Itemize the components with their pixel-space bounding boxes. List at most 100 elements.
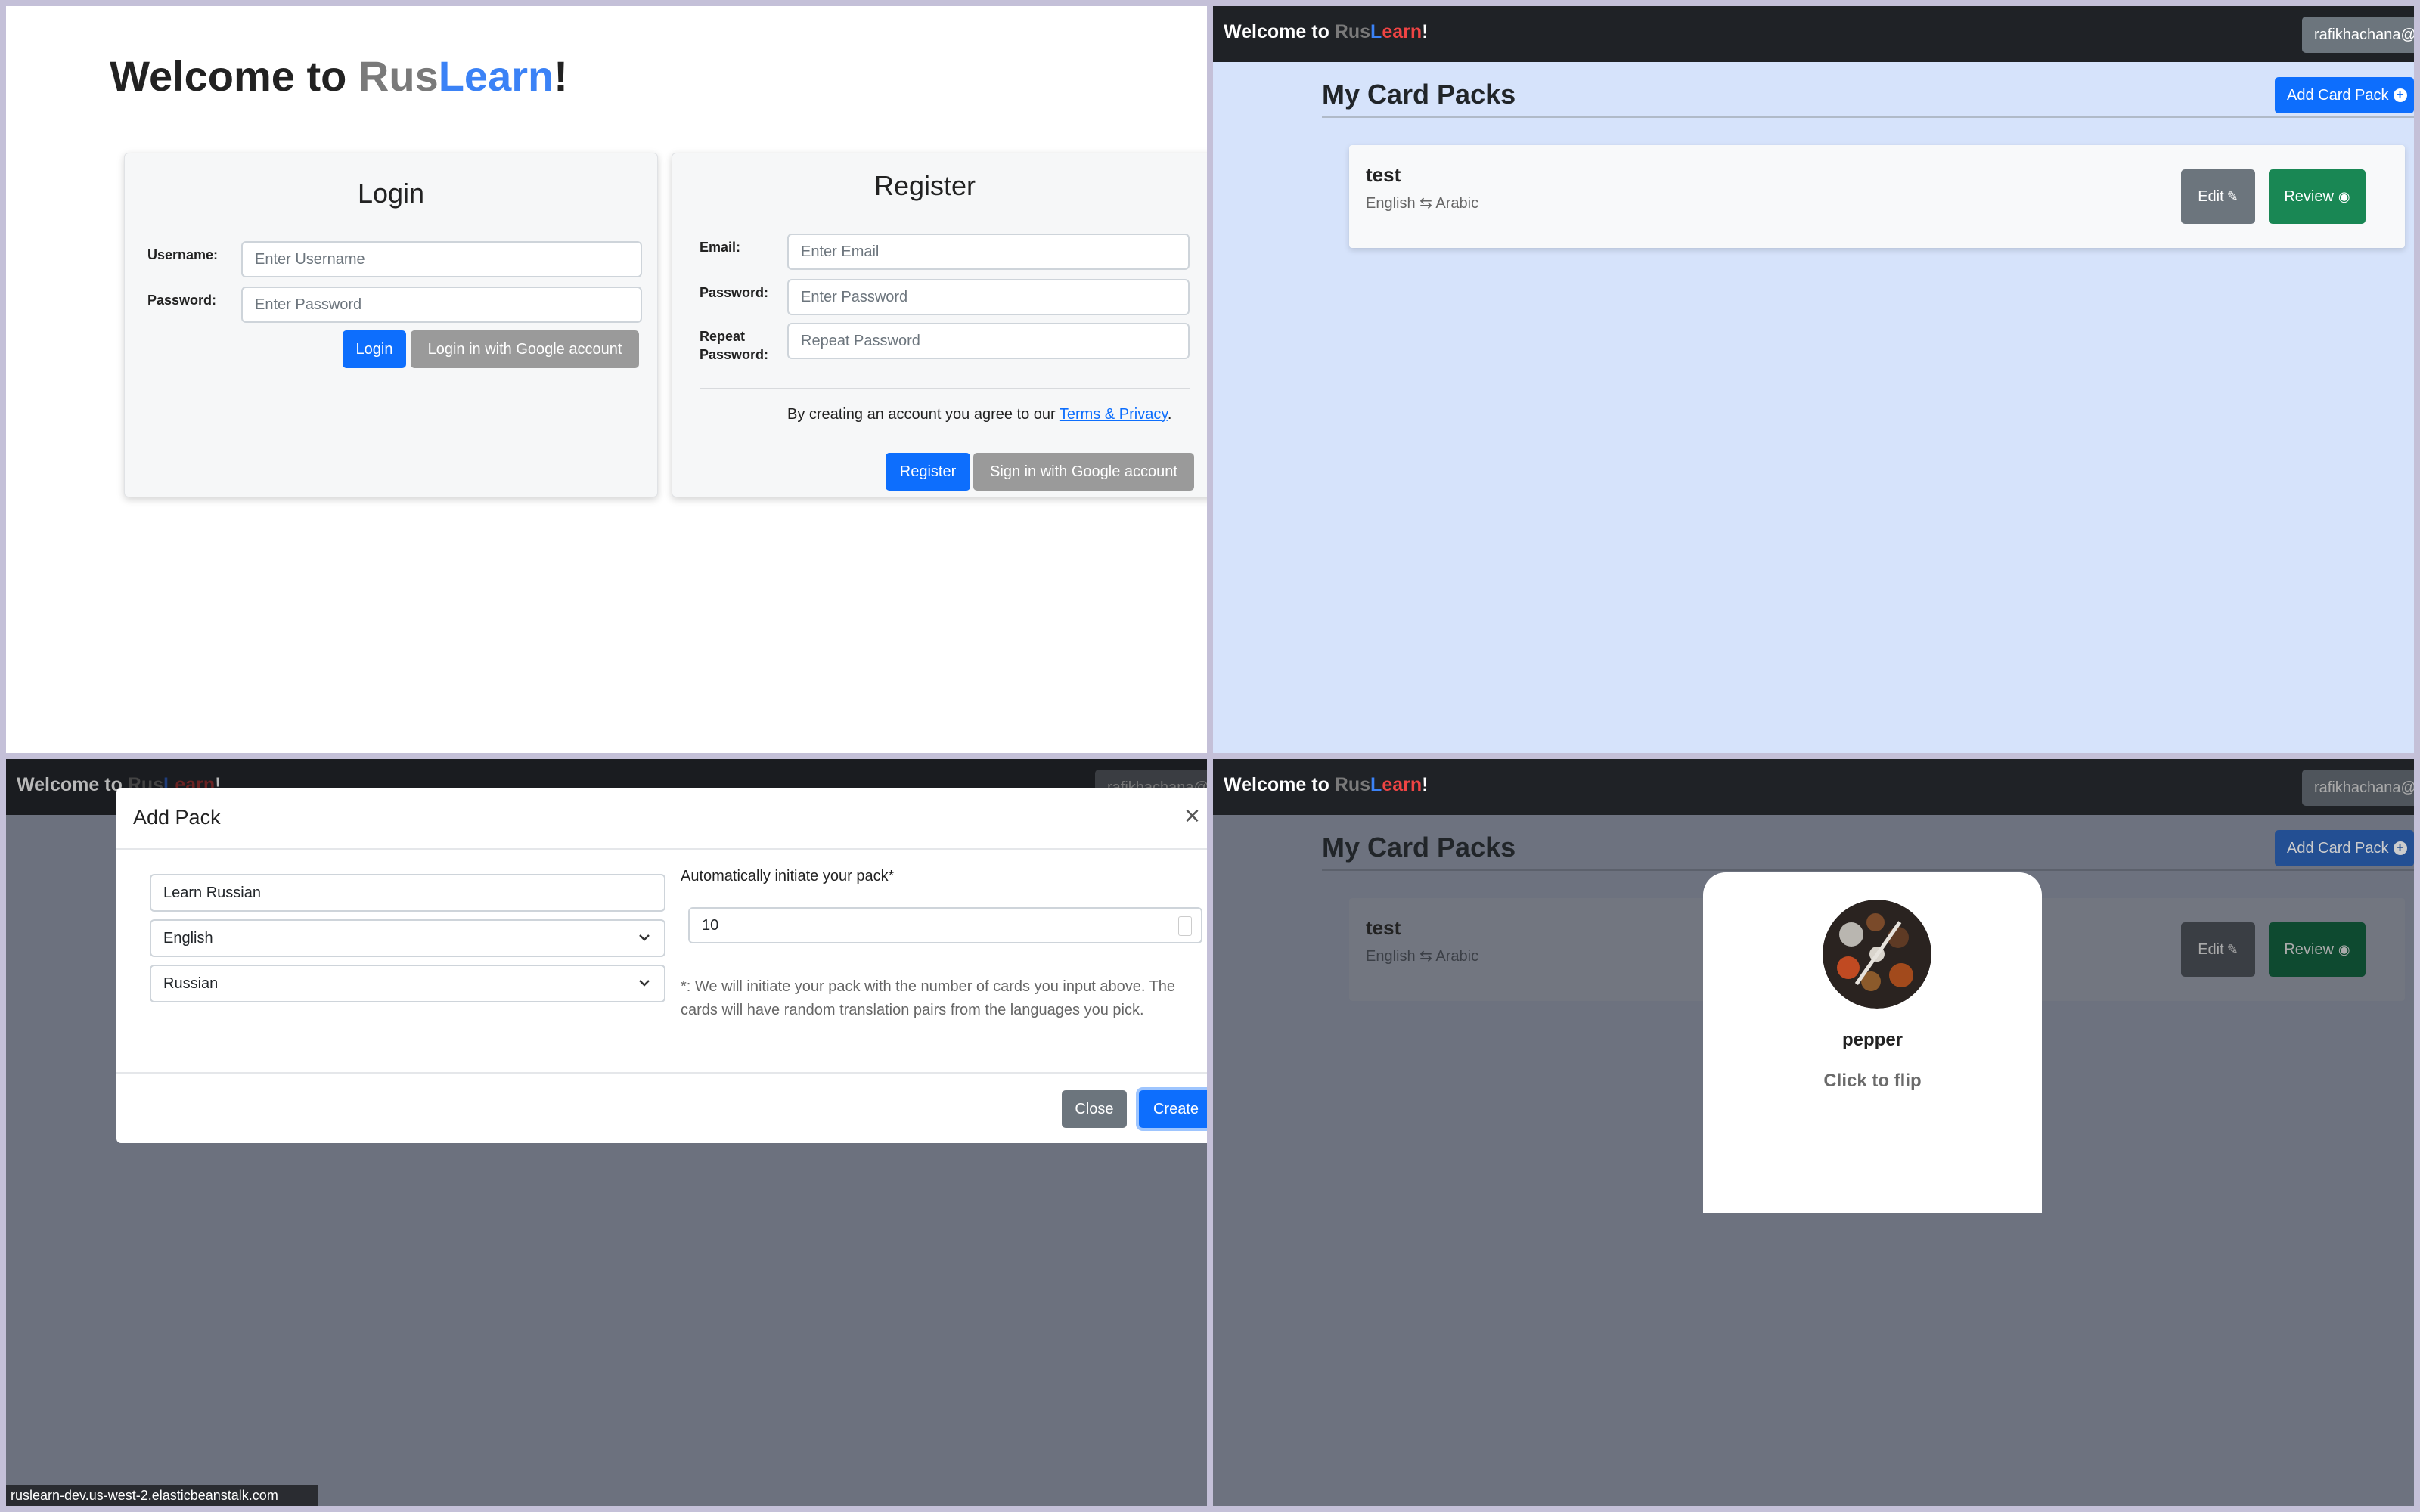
register-password-input[interactable]: Enter Password xyxy=(787,279,1190,315)
brand-prefix: Welcome to xyxy=(1224,21,1335,42)
packs-page: Welcome to RusLearn! rafikhachana@ My Ca… xyxy=(1213,6,2414,753)
password-label: Password: xyxy=(147,293,217,308)
brand-rus: Rus xyxy=(1334,774,1371,795)
edit-pack-button: Edit ✎ xyxy=(2181,922,2255,977)
eye-icon: ◉ xyxy=(2338,188,2350,204)
terms-link[interactable]: Terms & Privacy xyxy=(1060,406,1168,423)
edit-label: Edit xyxy=(2198,187,2224,205)
status-bar-url: ruslearn-dev.us-west-2.elasticbeanstalk.… xyxy=(6,1485,318,1506)
pack-card: test English ⇆ Arabic Edit ✎ Review ◉ xyxy=(1349,145,2405,248)
edit-label: Edit xyxy=(2198,940,2224,958)
review-label: Review xyxy=(2284,940,2334,958)
google-login-button[interactable]: Login in with Google account xyxy=(411,330,639,368)
edit-icon: ✎ xyxy=(2226,188,2238,204)
packs-title: My Card Packs xyxy=(1322,832,1516,863)
title-suffix: ! xyxy=(554,52,568,100)
plus-circle-icon: + xyxy=(2393,841,2407,855)
close-button[interactable]: Close xyxy=(1062,1090,1127,1128)
chevron-down-icon xyxy=(639,934,650,941)
navbar-brand: Welcome to RusLearn! xyxy=(1224,774,1428,796)
create-button[interactable]: Create xyxy=(1139,1090,1207,1128)
title-brand-rus: Rus xyxy=(358,52,439,100)
review-pack-button: Review ◉ xyxy=(2269,922,2366,977)
edit-icon: ✎ xyxy=(2226,941,2238,957)
google-signin-button[interactable]: Sign in with Google account xyxy=(973,453,1194,491)
page-title: Welcome to RusLearn! xyxy=(6,51,672,101)
user-menu-button: rafikhachana@ xyxy=(2302,770,2414,806)
register-card: Register Email: Enter Email Password: En… xyxy=(672,153,1207,497)
review-screen: Welcome to RusLearn! rafikhachana@ My Ca… xyxy=(1213,759,2414,1506)
pack-languages: English ⇆ Arabic xyxy=(1366,947,1478,965)
auto-initiate-note: *: We will initiate your pack with the n… xyxy=(681,978,1176,1018)
pack-name: test xyxy=(1366,163,1401,186)
flashcard-word: pepper xyxy=(1841,1030,1903,1050)
pack-languages: English ⇆ Arabic xyxy=(1366,194,1478,212)
terms-end: . xyxy=(1167,406,1172,423)
pack-to-language: Arabic xyxy=(1435,195,1479,212)
register-password-label: Password: xyxy=(700,285,769,300)
target-language-value: Russian xyxy=(163,974,219,992)
target-language-select[interactable]: Russian xyxy=(150,965,666,1002)
register-heading: Register xyxy=(873,170,976,201)
login-card: Login Username: Enter Username Password:… xyxy=(124,153,658,497)
edit-pack-button[interactable]: Edit ✎ xyxy=(2181,169,2255,224)
user-menu-button[interactable]: rafikhachana@ xyxy=(2302,17,2414,53)
source-language-value: English xyxy=(163,929,213,947)
add-pack-screen: Welcome to RusLearn! rafikhachana@ Add P… xyxy=(6,759,1207,1506)
navbar-brand[interactable]: Welcome to RusLearn! xyxy=(1224,21,1428,43)
number-spinner-icon[interactable] xyxy=(1178,916,1192,936)
brand-rus: Rus xyxy=(1334,21,1371,42)
auto-initiate-label: Automatically initiate your pack* xyxy=(681,868,895,885)
flip-hint: Click to flip xyxy=(1823,1070,1922,1091)
source-language-select[interactable]: English xyxy=(150,919,666,957)
password-input[interactable]: Enter Password xyxy=(241,287,642,323)
username-label: Username: xyxy=(147,247,219,262)
swap-arrows-icon: ⇆ xyxy=(1419,195,1432,212)
brand-suffix: ! xyxy=(1422,21,1429,42)
card-count-value: 10 xyxy=(702,916,719,934)
brand-learn-rest: earn xyxy=(1382,21,1423,42)
repeat-label-line2: Password: xyxy=(700,347,769,362)
username-input[interactable]: Enter Username xyxy=(241,241,642,277)
card-count-input[interactable]: 10 xyxy=(688,907,1202,943)
plus-circle-icon: + xyxy=(2393,88,2407,102)
pack-from-language: English xyxy=(1366,195,1416,212)
divider xyxy=(700,388,1190,389)
pack-name-input[interactable]: Learn Russian xyxy=(150,874,666,912)
eye-icon: ◉ xyxy=(2338,941,2350,957)
brand-learn-l: L xyxy=(1370,21,1382,42)
navbar: Welcome to RusLearn! rafikhachana@ xyxy=(1213,759,2414,815)
flashcard-image xyxy=(1823,900,1931,1009)
register-button[interactable]: Register xyxy=(886,453,970,491)
packs-divider xyxy=(1322,869,2414,871)
packs-divider xyxy=(1322,116,2414,118)
add-card-pack-label: Add Card Pack xyxy=(2287,839,2389,857)
navbar: Welcome to RusLearn! rafikhachana@ xyxy=(1213,6,2414,62)
brand-prefix: Welcome to xyxy=(17,774,128,795)
repeat-label-line1: Repeat xyxy=(700,329,746,344)
modal-title: Add Pack xyxy=(133,806,221,829)
brand-suffix: ! xyxy=(1422,774,1429,795)
swap-arrows-icon: ⇆ xyxy=(1419,948,1432,965)
terms-text: By creating an account you agree to our … xyxy=(787,406,1171,423)
auth-page: Welcome to RusLearn! Login Username: Ent… xyxy=(6,6,1207,753)
email-input[interactable]: Enter Email xyxy=(787,234,1190,270)
flashcard[interactable]: pepper Click to flip xyxy=(1703,872,2042,1213)
review-label: Review xyxy=(2284,187,2334,205)
add-card-pack-button: Add Card Pack + xyxy=(2275,830,2414,866)
email-label: Email: xyxy=(700,240,741,255)
pack-name: test xyxy=(1366,916,1401,939)
chevron-down-icon xyxy=(639,980,650,987)
close-icon[interactable]: × xyxy=(1184,800,1200,832)
add-pack-modal: Add Pack × Learn Russian English Russian… xyxy=(116,788,1207,1143)
terms-lead: By creating an account you agree to our xyxy=(787,406,1060,423)
login-button[interactable]: Login xyxy=(343,330,406,368)
repeat-password-input[interactable]: Repeat Password xyxy=(787,323,1190,359)
login-heading: Login xyxy=(357,178,425,209)
pack-from-language: English xyxy=(1366,948,1416,965)
modal-footer-divider xyxy=(116,1072,1207,1074)
brand-learn-rest: earn xyxy=(1382,774,1423,795)
review-pack-button[interactable]: Review ◉ xyxy=(2269,169,2366,224)
pack-to-language: Arabic xyxy=(1435,948,1479,965)
add-card-pack-button[interactable]: Add Card Pack + xyxy=(2275,77,2414,113)
